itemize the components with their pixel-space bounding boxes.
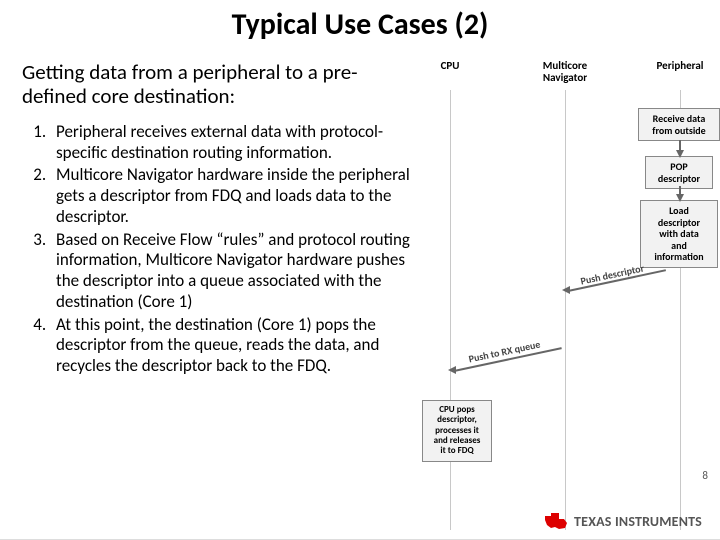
ti-logo-icon	[544, 512, 568, 530]
step-box-pop: POP descriptor	[645, 156, 713, 189]
logo: TEXAS INSTRUMENTS	[544, 512, 702, 530]
page-number: 8	[702, 469, 708, 482]
list-item: Peripheral receives external data with p…	[50, 122, 422, 163]
sequence-diagram: CPU Multicore Navigator Peripheral Recei…	[430, 60, 714, 500]
arrow-down-icon	[676, 150, 684, 158]
list-item: Based on Receive Flow “rules” and protoc…	[50, 230, 422, 313]
arrow-down-icon	[676, 194, 684, 202]
page-title: Typical Use Cases (2)	[0, 6, 720, 43]
lane-line	[450, 90, 451, 530]
step-box-cpu-pop: CPU pops descriptor, processes it and re…	[422, 400, 492, 462]
lane-line	[565, 90, 566, 530]
arrow-left-icon	[448, 366, 456, 374]
logo-text: TEXAS INSTRUMENTS	[574, 513, 702, 530]
step-box-load: Load descriptor with data and informatio…	[640, 200, 718, 268]
numbered-list: Peripheral receives external data with p…	[22, 122, 422, 379]
arrow-label: Push descriptor	[579, 261, 645, 287]
arrow-left-icon	[562, 286, 570, 294]
lane-label-nav: Multicore Navigator	[530, 60, 600, 84]
subtitle: Getting data from a peripheral to a pre-…	[22, 60, 417, 108]
lane-label-cpu: CPU	[430, 60, 470, 72]
list-item: Multicore Navigator hardware inside the …	[50, 165, 422, 227]
overlay-mask	[0, 460, 350, 500]
slide: Typical Use Cases (2) Getting data from …	[0, 0, 720, 540]
step-box-receive: Receive data from outside	[638, 108, 720, 141]
list-item: At this point, the destination (Core 1) …	[50, 315, 422, 377]
lane-label-periph: Peripheral	[650, 60, 710, 72]
